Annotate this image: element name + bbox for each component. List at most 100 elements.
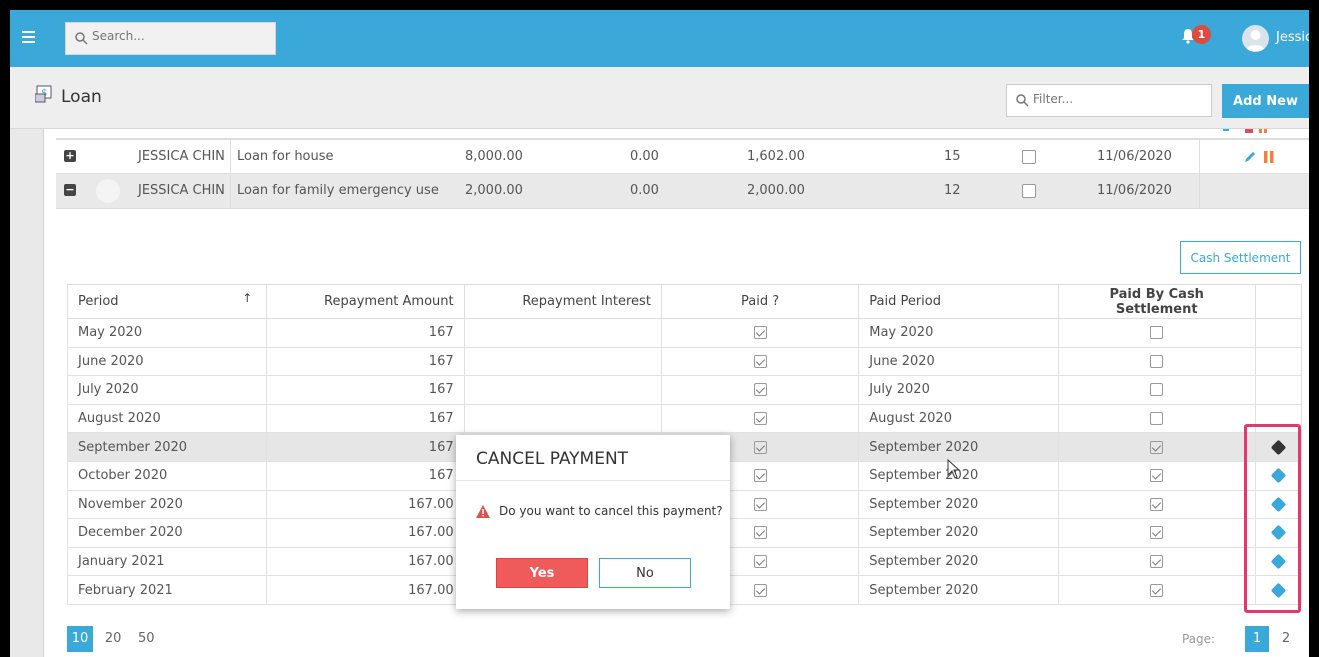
checkbox-checked[interactable] xyxy=(753,440,767,454)
column-header-interest[interactable]: Repayment Interest xyxy=(463,284,662,319)
interest-cell xyxy=(463,347,662,377)
dialog-message: Do you want to cancel this payment? xyxy=(499,504,723,518)
add-new-button[interactable]: Add New xyxy=(1222,84,1309,118)
search-input[interactable] xyxy=(92,29,262,43)
table-row[interactable]: August 2020 167 August 2020 xyxy=(66,404,1303,434)
checkbox-checked[interactable] xyxy=(753,354,767,368)
page-2[interactable]: 2 xyxy=(1274,626,1298,652)
action-cell xyxy=(1254,347,1303,377)
user-avatar[interactable] xyxy=(1242,25,1269,52)
filter-box[interactable] xyxy=(1006,84,1212,117)
cash-cell xyxy=(1057,461,1256,491)
checkbox-unchecked[interactable] xyxy=(1150,326,1164,340)
cancel-payment-dialog: CANCEL PAYMENT Do you want to cancel thi… xyxy=(456,435,730,609)
loan-amount: 2,000.00 xyxy=(465,183,523,198)
yes-button[interactable]: Yes xyxy=(496,558,588,588)
menu-icon[interactable] xyxy=(22,31,35,43)
action-cell xyxy=(1254,318,1303,348)
table-row[interactable]: May 2020 167 May 2020 xyxy=(66,318,1303,348)
paid-cell xyxy=(660,375,860,405)
checkbox-checked[interactable] xyxy=(1150,440,1164,454)
loan-date: 11/06/2020 xyxy=(1097,149,1172,164)
checkbox-checked[interactable] xyxy=(1150,469,1164,483)
filter-input[interactable] xyxy=(1033,92,1203,106)
checkbox-checked[interactable] xyxy=(753,497,767,511)
paid-period-cell: September 2020 xyxy=(858,518,1059,548)
loan-row-expanded[interactable]: − JESSICA CHIN Loan for family emergency… xyxy=(56,174,1309,209)
loan-icon: $ xyxy=(34,85,55,107)
loan-description: Loan for house xyxy=(237,149,334,164)
interest-cell xyxy=(463,404,662,434)
page-header: $ Loan Add New xyxy=(10,67,1309,129)
period-cell: December 2020 xyxy=(66,518,268,548)
table-row[interactable]: July 2020 167 July 2020 xyxy=(66,375,1303,405)
cash-settlement-button[interactable]: Cash Settlement xyxy=(1180,241,1301,274)
column-header-paid[interactable]: Paid ? xyxy=(660,284,860,319)
paid-period-cell: September 2020 xyxy=(858,547,1059,577)
page-label: Page: xyxy=(1182,632,1216,646)
pause-icon[interactable] xyxy=(1263,151,1275,167)
checkbox-checked[interactable] xyxy=(753,526,767,540)
checkbox-checked[interactable] xyxy=(753,383,767,397)
loan-amount: 8,000.00 xyxy=(465,149,523,164)
checkbox-checked[interactable] xyxy=(753,412,767,426)
checkbox-unchecked[interactable] xyxy=(1150,412,1164,426)
period-cell: November 2020 xyxy=(66,490,268,520)
checkbox-unchecked[interactable] xyxy=(1150,354,1164,368)
page-size-20[interactable]: 20 xyxy=(100,626,126,652)
column-header-amount[interactable]: Repayment Amount xyxy=(266,284,465,319)
minus-icon[interactable]: − xyxy=(64,184,76,196)
amount-cell: 167 xyxy=(266,347,465,377)
checkbox-checked[interactable] xyxy=(753,326,767,340)
page-size-10[interactable]: 10 xyxy=(67,626,93,652)
loan-row[interactable]: + JESSICA CHIN Loan for house 8,000.00 0… xyxy=(56,139,1309,174)
loan-row[interactable]: + xyxy=(56,129,1309,139)
checkbox-checked[interactable] xyxy=(753,583,767,597)
plus-icon[interactable]: + xyxy=(64,150,76,162)
checkbox-checked[interactable] xyxy=(1150,555,1164,569)
column-header-actions xyxy=(1254,284,1303,319)
loan-checkbox[interactable] xyxy=(1022,184,1036,198)
period-cell: February 2021 xyxy=(66,575,268,605)
column-header-paid-period[interactable]: Paid Period xyxy=(858,284,1059,319)
page-size-50[interactable]: 50 xyxy=(133,626,159,652)
edit-icon[interactable] xyxy=(1243,150,1257,168)
search-box[interactable] xyxy=(65,22,276,55)
row-actions-icon[interactable] xyxy=(1223,129,1273,135)
table-row[interactable]: June 2020 167 June 2020 xyxy=(66,347,1303,377)
cash-cell xyxy=(1057,318,1256,348)
period-cell: October 2020 xyxy=(66,461,268,491)
checkbox-checked[interactable] xyxy=(1150,497,1164,511)
column-header-cash[interactable]: Paid By Cash Settlement xyxy=(1057,284,1256,319)
paid-cell xyxy=(660,318,860,348)
page-title: Loan xyxy=(61,87,102,107)
cash-cell xyxy=(1057,518,1256,548)
loan-list-panel: + + JESSICA CHIN Loan for house 8,000.00… xyxy=(43,129,1309,657)
period-cell: May 2020 xyxy=(66,318,268,348)
paid-cell xyxy=(660,347,860,377)
page-1[interactable]: 1 xyxy=(1245,626,1269,652)
checkbox-checked[interactable] xyxy=(1150,526,1164,540)
paid-period-cell: September 2020 xyxy=(858,575,1059,605)
highlight-box xyxy=(1244,424,1301,613)
user-name[interactable]: Jessica xyxy=(1276,30,1309,45)
loan-checkbox[interactable] xyxy=(1022,150,1036,164)
paid-period-cell: August 2020 xyxy=(858,404,1059,434)
loan-months: 15 xyxy=(944,149,961,164)
paid-cell xyxy=(660,404,860,434)
cash-cell xyxy=(1057,575,1256,605)
loan-date: 11/06/2020 xyxy=(1097,183,1172,198)
amount-cell: 167 xyxy=(266,375,465,405)
checkbox-checked[interactable] xyxy=(753,555,767,569)
no-button[interactable]: No xyxy=(599,558,691,588)
avatar xyxy=(96,179,120,203)
period-cell: June 2020 xyxy=(66,347,268,377)
loan-interest: 0.00 xyxy=(630,183,659,198)
period-cell: August 2020 xyxy=(66,404,268,434)
checkbox-checked[interactable] xyxy=(753,469,767,483)
checkbox-checked[interactable] xyxy=(1150,583,1164,597)
top-bar: 1 Jessica xyxy=(10,10,1309,67)
column-header-period[interactable]: Period ↑ xyxy=(66,284,268,319)
cursor-icon xyxy=(947,458,961,483)
checkbox-unchecked[interactable] xyxy=(1150,383,1164,397)
